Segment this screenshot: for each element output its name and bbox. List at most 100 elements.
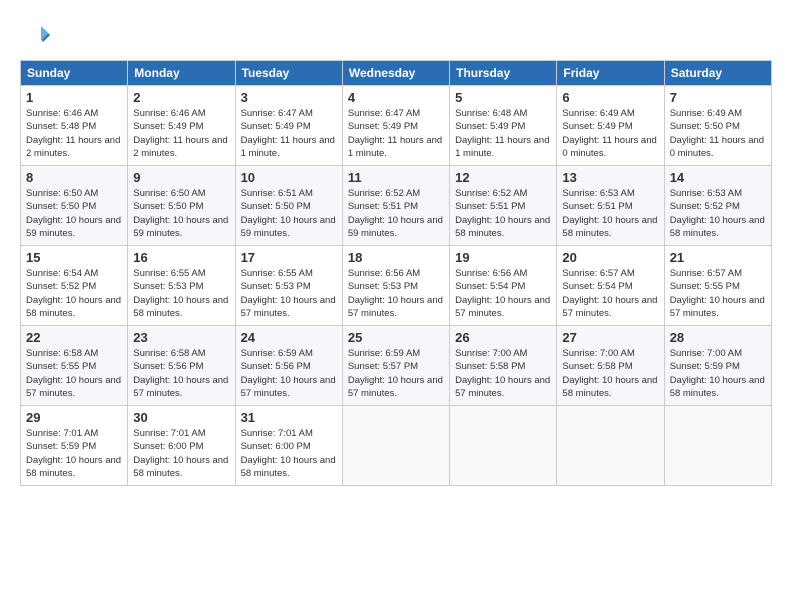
day-number: 20 bbox=[562, 250, 658, 265]
calendar-cell: 24 Sunrise: 6:59 AMSunset: 5:56 PMDayligh… bbox=[235, 326, 342, 406]
calendar-cell: 19Sunrise: 6:56 AMSunset: 5:54 PMDayligh… bbox=[450, 246, 557, 326]
calendar-table: SundayMondayTuesdayWednesdayThursdayFrid… bbox=[20, 60, 772, 486]
day-info: Sunrise: 6:58 AMSunset: 5:56 PMDaylight:… bbox=[133, 347, 229, 400]
day-number: 29 bbox=[26, 410, 122, 425]
calendar-cell: 17 Sunrise: 6:55 AMSunset: 5:53 PMDayligh… bbox=[235, 246, 342, 326]
day-number: 2 bbox=[133, 90, 229, 105]
day-number: 11 bbox=[348, 170, 444, 185]
day-info: Sunrise: 6:46 AMSunset: 5:49 PMDaylight:… bbox=[133, 107, 229, 160]
day-number: 13 bbox=[562, 170, 658, 185]
calendar-cell: 10Sunrise: 6:51 AMSunset: 5:50 PMDayligh… bbox=[235, 166, 342, 246]
weekday-header-thursday: Thursday bbox=[450, 61, 557, 86]
day-info: Sunrise: 7:00 AMSunset: 5:59 PMDaylight:… bbox=[670, 347, 766, 400]
calendar-cell: 8 Sunrise: 6:50 AMSunset: 5:50 PMDaylight… bbox=[21, 166, 128, 246]
day-info: Sunrise: 6:53 AMSunset: 5:51 PMDaylight:… bbox=[562, 187, 658, 240]
day-info: Sunrise: 6:57 AMSunset: 5:54 PMDaylight:… bbox=[562, 267, 658, 320]
day-info: Sunrise: 6:49 AMSunset: 5:50 PMDaylight:… bbox=[670, 107, 766, 160]
logo-icon bbox=[20, 20, 50, 50]
day-info: Sunrise: 6:47 AMSunset: 5:49 PMDaylight:… bbox=[348, 107, 444, 160]
day-number: 24 bbox=[241, 330, 337, 345]
day-info: Sunrise: 6:54 AMSunset: 5:52 PMDaylight:… bbox=[26, 267, 122, 320]
weekday-header-tuesday: Tuesday bbox=[235, 61, 342, 86]
day-info: Sunrise: 6:57 AMSunset: 5:55 PMDaylight:… bbox=[670, 267, 766, 320]
day-info: Sunrise: 6:58 AMSunset: 5:55 PMDaylight:… bbox=[26, 347, 122, 400]
calendar-cell: 16 Sunrise: 6:55 AMSunset: 5:53 PMDayligh… bbox=[128, 246, 235, 326]
calendar-cell: 23Sunrise: 6:58 AMSunset: 5:56 PMDayligh… bbox=[128, 326, 235, 406]
calendar-week-5: 29 Sunrise: 7:01 AMSunset: 5:59 PMDayligh… bbox=[21, 406, 772, 486]
calendar-cell bbox=[342, 406, 449, 486]
day-info: Sunrise: 6:49 AMSunset: 5:49 PMDaylight:… bbox=[562, 107, 658, 160]
calendar-cell: 22 Sunrise: 6:58 AMSunset: 5:55 PMDayligh… bbox=[21, 326, 128, 406]
day-info: Sunrise: 6:59 AMSunset: 5:57 PMDaylight:… bbox=[348, 347, 444, 400]
day-number: 9 bbox=[133, 170, 229, 185]
calendar-cell: 29 Sunrise: 7:01 AMSunset: 5:59 PMDayligh… bbox=[21, 406, 128, 486]
calendar-body: 1Sunrise: 6:46 AMSunset: 5:48 PMDaylight… bbox=[21, 86, 772, 486]
day-number: 18 bbox=[348, 250, 444, 265]
day-number: 16 bbox=[133, 250, 229, 265]
weekday-header-sunday: Sunday bbox=[21, 61, 128, 86]
calendar-header: SundayMondayTuesdayWednesdayThursdayFrid… bbox=[21, 61, 772, 86]
day-info: Sunrise: 6:55 AMSunset: 5:53 PMDaylight:… bbox=[133, 267, 229, 320]
calendar-cell: 1Sunrise: 6:46 AMSunset: 5:48 PMDaylight… bbox=[21, 86, 128, 166]
calendar-week-2: 8 Sunrise: 6:50 AMSunset: 5:50 PMDaylight… bbox=[21, 166, 772, 246]
page-header bbox=[20, 20, 772, 50]
calendar-week-3: 15 Sunrise: 6:54 AMSunset: 5:52 PMDayligh… bbox=[21, 246, 772, 326]
calendar-cell: 20 Sunrise: 6:57 AMSunset: 5:54 PMDayligh… bbox=[557, 246, 664, 326]
day-number: 22 bbox=[26, 330, 122, 345]
day-number: 31 bbox=[241, 410, 337, 425]
day-number: 10 bbox=[241, 170, 337, 185]
calendar-cell: 26 Sunrise: 7:00 AMSunset: 5:58 PMDayligh… bbox=[450, 326, 557, 406]
calendar-cell: 18 Sunrise: 6:56 AMSunset: 5:53 PMDayligh… bbox=[342, 246, 449, 326]
day-number: 30 bbox=[133, 410, 229, 425]
day-info: Sunrise: 6:53 AMSunset: 5:52 PMDaylight:… bbox=[670, 187, 766, 240]
calendar-cell: 14 Sunrise: 6:53 AMSunset: 5:52 PMDayligh… bbox=[664, 166, 771, 246]
weekday-header-wednesday: Wednesday bbox=[342, 61, 449, 86]
day-number: 15 bbox=[26, 250, 122, 265]
calendar-week-1: 1Sunrise: 6:46 AMSunset: 5:48 PMDaylight… bbox=[21, 86, 772, 166]
day-info: Sunrise: 6:56 AMSunset: 5:53 PMDaylight:… bbox=[348, 267, 444, 320]
day-number: 8 bbox=[26, 170, 122, 185]
calendar-cell bbox=[557, 406, 664, 486]
day-info: Sunrise: 6:59 AMSunset: 5:56 PMDaylight:… bbox=[241, 347, 337, 400]
calendar-cell: 6 Sunrise: 6:49 AMSunset: 5:49 PMDaylight… bbox=[557, 86, 664, 166]
calendar-cell: 27 Sunrise: 7:00 AMSunset: 5:58 PMDayligh… bbox=[557, 326, 664, 406]
day-info: Sunrise: 6:55 AMSunset: 5:53 PMDaylight:… bbox=[241, 267, 337, 320]
calendar-cell: 9Sunrise: 6:50 AMSunset: 5:50 PMDaylight… bbox=[128, 166, 235, 246]
calendar-cell: 7 Sunrise: 6:49 AMSunset: 5:50 PMDaylight… bbox=[664, 86, 771, 166]
day-info: Sunrise: 7:01 AMSunset: 6:00 PMDaylight:… bbox=[241, 427, 337, 480]
calendar-cell: 28 Sunrise: 7:00 AMSunset: 5:59 PMDayligh… bbox=[664, 326, 771, 406]
calendar-cell bbox=[664, 406, 771, 486]
day-number: 19 bbox=[455, 250, 551, 265]
day-info: Sunrise: 7:00 AMSunset: 5:58 PMDaylight:… bbox=[455, 347, 551, 400]
day-info: Sunrise: 6:50 AMSunset: 5:50 PMDaylight:… bbox=[26, 187, 122, 240]
calendar-cell: 4 Sunrise: 6:47 AMSunset: 5:49 PMDaylight… bbox=[342, 86, 449, 166]
day-number: 25 bbox=[348, 330, 444, 345]
day-info: Sunrise: 7:00 AMSunset: 5:58 PMDaylight:… bbox=[562, 347, 658, 400]
calendar-cell: 3Sunrise: 6:47 AMSunset: 5:49 PMDaylight… bbox=[235, 86, 342, 166]
calendar-week-4: 22 Sunrise: 6:58 AMSunset: 5:55 PMDayligh… bbox=[21, 326, 772, 406]
day-number: 26 bbox=[455, 330, 551, 345]
day-number: 7 bbox=[670, 90, 766, 105]
calendar-cell: 15 Sunrise: 6:54 AMSunset: 5:52 PMDayligh… bbox=[21, 246, 128, 326]
day-number: 5 bbox=[455, 90, 551, 105]
calendar-cell: 5 Sunrise: 6:48 AMSunset: 5:49 PMDaylight… bbox=[450, 86, 557, 166]
day-number: 3 bbox=[241, 90, 337, 105]
weekday-header-monday: Monday bbox=[128, 61, 235, 86]
calendar-cell bbox=[450, 406, 557, 486]
weekday-header-saturday: Saturday bbox=[664, 61, 771, 86]
day-number: 28 bbox=[670, 330, 766, 345]
day-number: 12 bbox=[455, 170, 551, 185]
calendar-cell: 25 Sunrise: 6:59 AMSunset: 5:57 PMDayligh… bbox=[342, 326, 449, 406]
day-number: 4 bbox=[348, 90, 444, 105]
logo bbox=[20, 20, 54, 50]
day-number: 27 bbox=[562, 330, 658, 345]
day-number: 17 bbox=[241, 250, 337, 265]
day-number: 6 bbox=[562, 90, 658, 105]
weekday-row: SundayMondayTuesdayWednesdayThursdayFrid… bbox=[21, 61, 772, 86]
day-info: Sunrise: 6:48 AMSunset: 5:49 PMDaylight:… bbox=[455, 107, 551, 160]
weekday-header-friday: Friday bbox=[557, 61, 664, 86]
day-info: Sunrise: 7:01 AMSunset: 5:59 PMDaylight:… bbox=[26, 427, 122, 480]
day-number: 14 bbox=[670, 170, 766, 185]
calendar-cell: 21Sunrise: 6:57 AMSunset: 5:55 PMDayligh… bbox=[664, 246, 771, 326]
day-info: Sunrise: 7:01 AMSunset: 6:00 PMDaylight:… bbox=[133, 427, 229, 480]
